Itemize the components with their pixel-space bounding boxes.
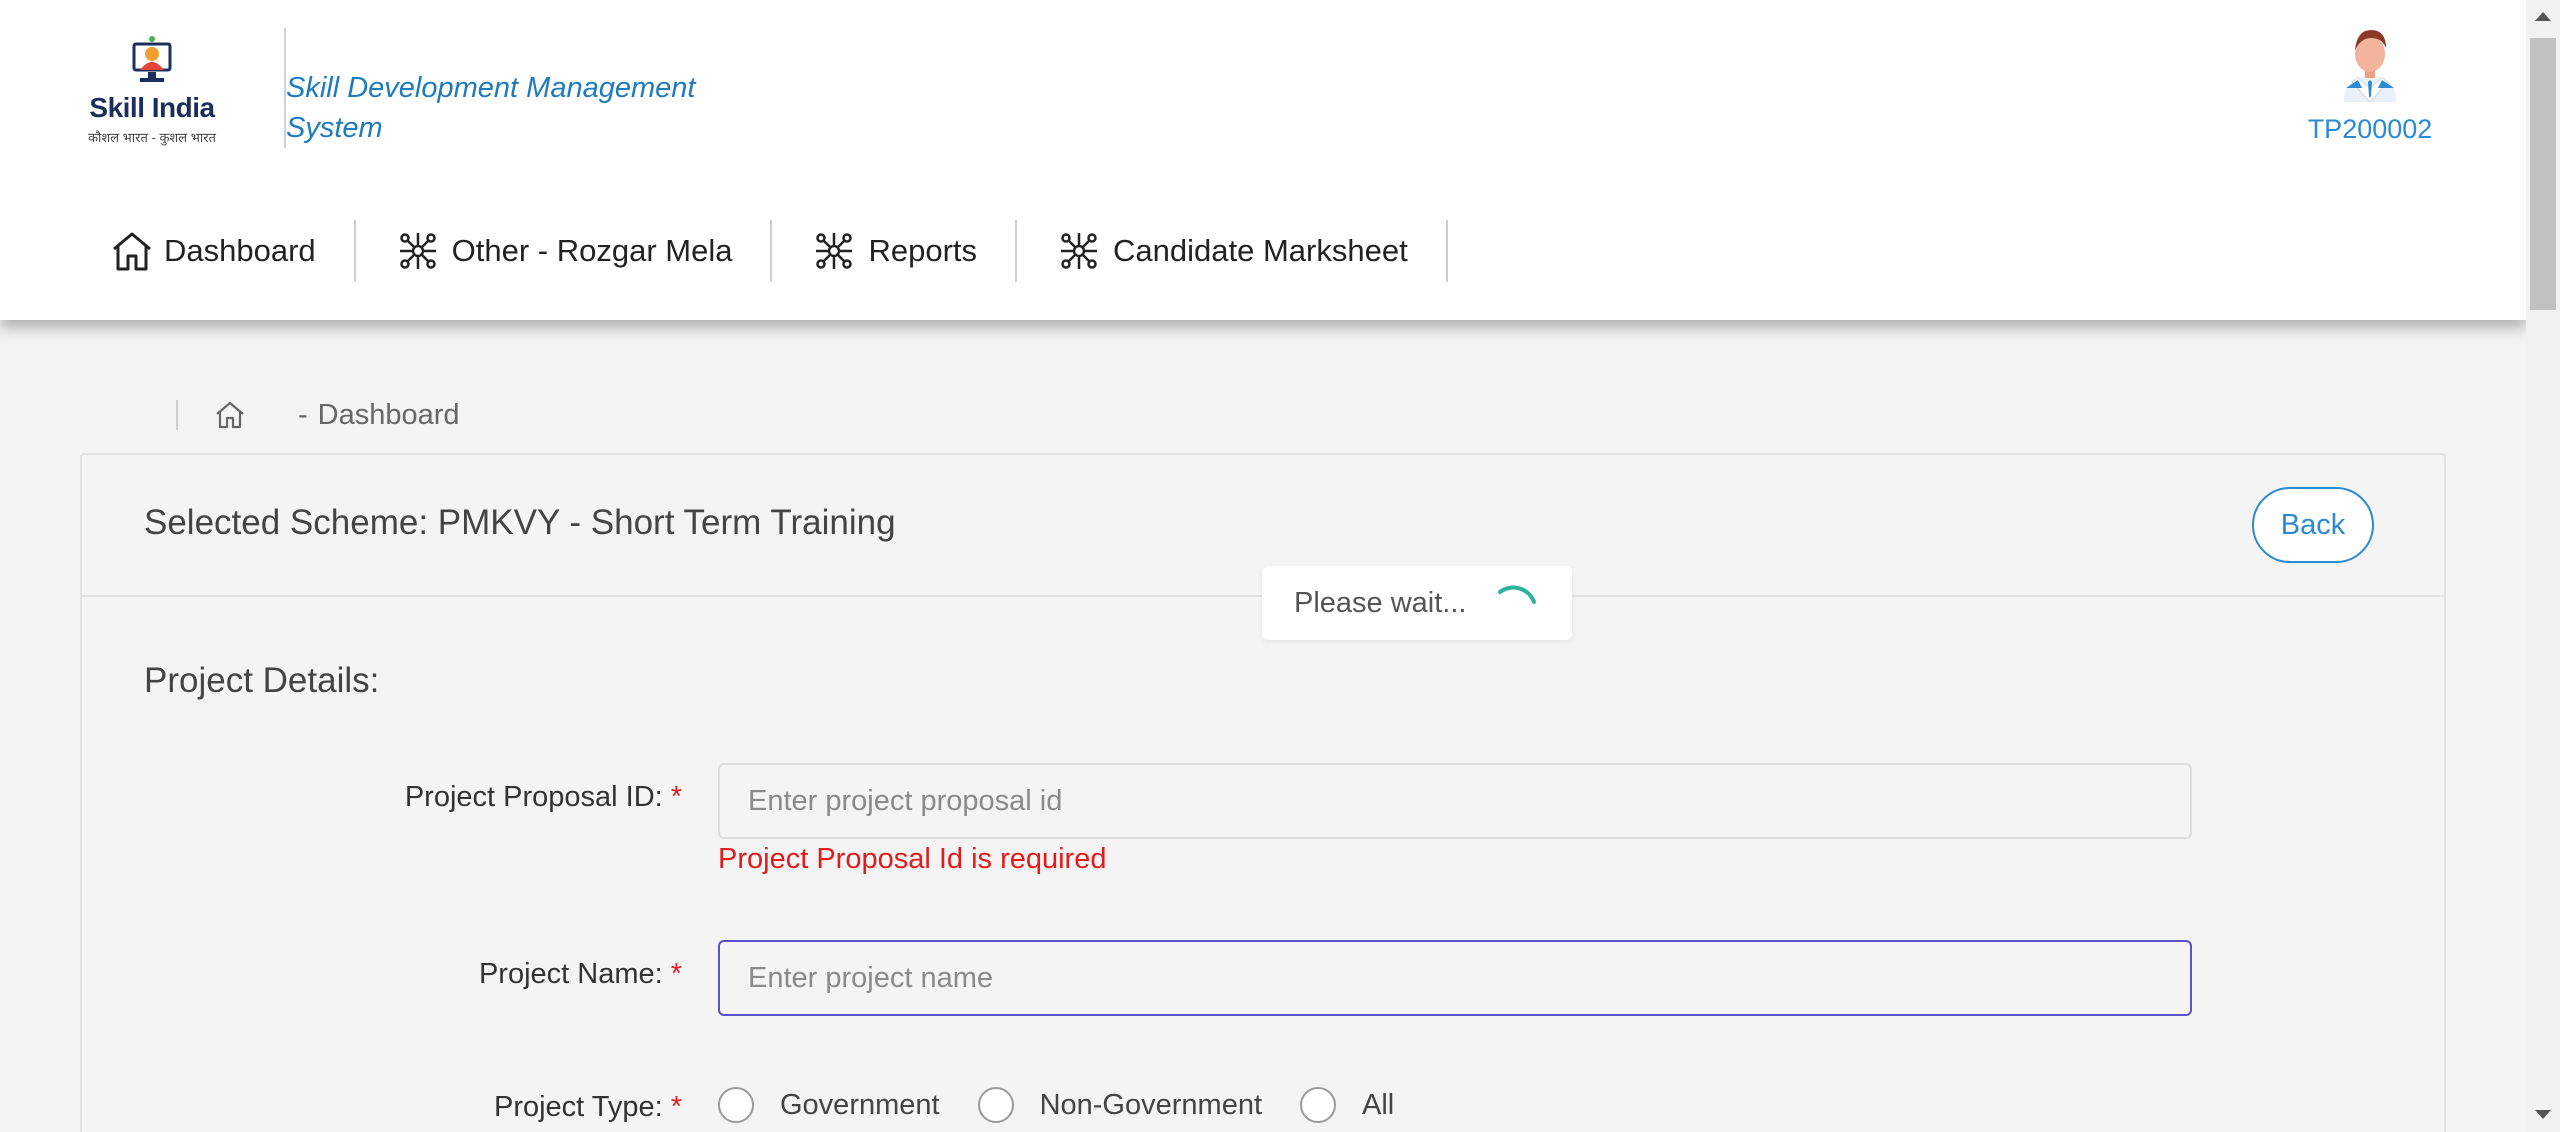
scrollbar-thumb[interactable]: [2530, 38, 2556, 310]
network-icon: [1061, 233, 1098, 269]
project-type-label: Project Type: *: [82, 1091, 682, 1124]
project-type-label-text: Project Type:: [493, 1091, 663, 1123]
page-scrollbar[interactable]: [2526, 0, 2560, 1132]
proposal-id-label: Project Proposal ID: *: [82, 781, 682, 814]
user-avatar-icon: [2344, 30, 2396, 102]
user-id: TP200002: [2307, 114, 2433, 144]
system-title: Skill Development Management System: [286, 72, 696, 144]
proposal-id-label-text: Project Proposal ID:: [404, 781, 663, 813]
nav-reports-label: Reports: [868, 233, 978, 268]
logo-tagline: कौशल भारत - कुशल भारत: [88, 130, 216, 145]
radio-all[interactable]: All: [1300, 1087, 1394, 1123]
radio-non-government[interactable]: Non-Government: [977, 1087, 1263, 1123]
home-icon: [113, 232, 151, 271]
nav-rozgar-mela[interactable]: Other - Rozgar Mela: [356, 220, 773, 282]
nav-reports[interactable]: Reports: [772, 220, 1018, 282]
please-wait-text: Please wait...: [1294, 586, 1467, 619]
radio-circle[interactable]: [1300, 1087, 1337, 1123]
breadcrumb: - Dashboard: [176, 390, 460, 440]
user-profile[interactable]: TP200002: [2300, 26, 2440, 145]
project-name-input[interactable]: [718, 940, 2192, 1016]
proposal-id-input[interactable]: [718, 763, 2192, 839]
loading-spinner-icon: [1498, 585, 1536, 604]
main-nav: Dashboard Other - Rozgar Mela Reports Ca…: [84, 220, 1448, 282]
radio-government-label: Government: [780, 1088, 940, 1121]
selected-scheme-title: Selected Scheme: PMKVY - Short Term Trai…: [144, 503, 896, 542]
radio-circle[interactable]: [718, 1087, 754, 1123]
nav-rozgar-mela-label: Other - Rozgar Mela: [451, 233, 733, 268]
project-name-label-text: Project Name:: [478, 958, 663, 990]
nav-dashboard-label: Dashboard: [164, 233, 316, 268]
scroll-up-arrow-icon[interactable]: [2535, 12, 2551, 21]
required-marker: *: [670, 781, 682, 813]
breadcrumb-current: Dashboard: [317, 398, 460, 431]
section-title: Project Details:: [144, 661, 380, 700]
skill-india-emblem-icon: [132, 36, 172, 82]
project-type-radio-group: Government Non-Government All: [718, 1087, 1432, 1123]
nav-candidate-marksheet-label: Candidate Marksheet: [1113, 233, 1408, 268]
network-icon: [399, 233, 436, 269]
required-marker: *: [670, 958, 682, 990]
required-marker: *: [670, 1091, 682, 1123]
project-name-label: Project Name: *: [82, 958, 682, 991]
home-icon[interactable]: [214, 399, 246, 431]
breadcrumb-divider: [176, 400, 178, 430]
breadcrumb-separator: -: [298, 398, 308, 431]
radio-non-government-label: Non-Government: [1039, 1088, 1263, 1121]
app-header: Skill India कौशल भारत - कुशल भारत Skill …: [0, 0, 2526, 320]
nav-dashboard[interactable]: Dashboard: [84, 220, 356, 282]
back-button[interactable]: Back: [2252, 487, 2374, 563]
logo-wordmark: Skill India: [89, 92, 215, 123]
radio-circle[interactable]: [977, 1087, 1014, 1123]
nav-candidate-marksheet[interactable]: Candidate Marksheet: [1017, 220, 1448, 282]
radio-government[interactable]: Government: [718, 1087, 940, 1123]
skill-india-logo[interactable]: Skill India कौशल भारत - कुशल भारत: [82, 34, 222, 146]
proposal-id-error: Project Proposal Id is required: [718, 843, 1107, 875]
scroll-down-arrow-icon[interactable]: [2535, 1110, 2551, 1119]
network-icon: [816, 233, 853, 269]
project-card: Selected Scheme: PMKVY - Short Term Trai…: [80, 453, 2446, 1132]
radio-all-label: All: [1362, 1088, 1395, 1121]
please-wait-toast: Please wait...: [1262, 566, 1572, 640]
